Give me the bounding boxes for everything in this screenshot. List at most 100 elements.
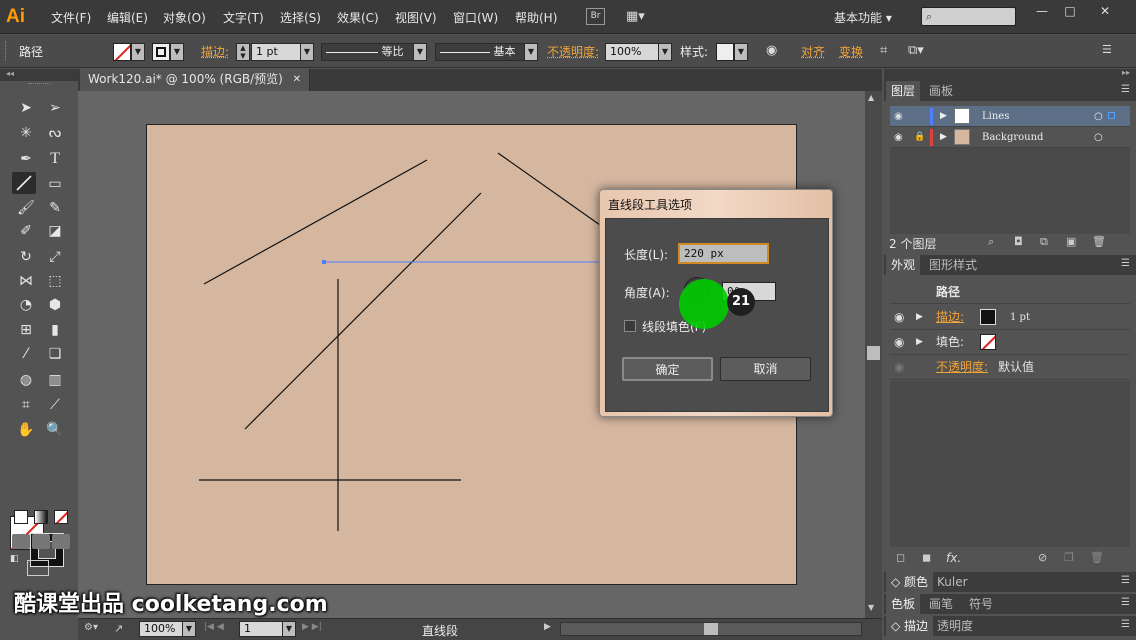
rotate-tool-icon[interactable]: ↻ [14,246,38,268]
locate-object-icon[interactable]: ⌕ [988,235,994,249]
hand-tool-icon[interactable]: ✋ [14,419,38,441]
tab-transparency[interactable]: 透明度 [932,616,978,636]
tab-swatches[interactable]: 色板 [886,594,921,614]
menu-effect[interactable]: 效果(C) [337,9,379,26]
selection-indicator[interactable] [1108,112,1115,119]
menu-type[interactable]: 文字(T) [223,9,264,26]
close-button[interactable]: ✕ [1092,2,1118,20]
stroke-weight-field[interactable]: 1 pt [251,43,301,61]
tab-artboards[interactable]: 画板 [924,81,958,101]
none-mode-button[interactable] [54,510,68,524]
visibility-eye-icon[interactable]: ◉ [894,330,904,355]
stroke-dropdown[interactable]: ▼ [170,43,184,61]
recolor-icon[interactable]: ◉ [766,43,777,58]
share-icon[interactable]: ↗ [114,622,123,635]
brush-definition[interactable]: 基本 [435,43,525,61]
pen-tool-icon[interactable]: ✒ [14,148,38,170]
column-graph-tool-icon[interactable]: ▥ [43,369,67,391]
stroke-weight-dropdown[interactable]: ▼ [300,43,314,61]
artboard-page-field[interactable]: 1 [239,621,283,637]
tab-kuler[interactable]: Kuler [932,572,973,592]
eyedropper-tool-icon[interactable]: ⁄ [14,343,38,365]
graphic-style-dropdown[interactable]: ▼ [734,43,748,61]
appearance-stroke-swatch[interactable] [980,309,996,325]
menu-window[interactable]: 窗口(W) [453,9,498,26]
expand-triangle-icon[interactable]: ▶ [916,330,923,355]
appearance-opacity-label[interactable]: 不透明度: [936,355,988,380]
mesh-tool-icon[interactable]: ⊞ [14,319,38,341]
length-input[interactable]: 220 px [678,243,769,264]
artboard-dropdown[interactable]: ▼ [282,621,296,637]
cancel-button[interactable]: 取消 [720,357,811,381]
blob-brush-tool-icon[interactable]: ✐ [14,220,38,242]
grip-handle[interactable] [5,41,8,61]
eraser-tool-icon[interactable]: ◪ [43,220,67,242]
opacity-field[interactable]: 100% [605,43,659,61]
tab-symbols[interactable]: 符号 [964,594,998,614]
width-tool-icon[interactable]: ⋈ [14,270,38,292]
slice-tool-icon[interactable]: ⟋ [43,394,67,416]
ok-button[interactable]: 确定 [622,357,713,381]
magic-wand-tool-icon[interactable]: ✳ [14,122,38,144]
align-link[interactable]: 对齐 [801,43,825,60]
graphic-style-swatch[interactable] [716,43,734,61]
document-tab[interactable]: Work120.ai* @ 100% (RGB/预览) ✕ [80,69,310,91]
free-transform-tool-icon[interactable]: ⬚ [43,270,67,292]
delete-item-icon[interactable]: 🗑 [1090,551,1104,564]
tools-panel-header[interactable]: ◂◂ [0,69,78,81]
artboard-tool-icon[interactable]: ⌗ [14,394,38,416]
zoom-dropdown[interactable]: ▼ [182,621,196,637]
create-new-layer-icon[interactable]: ▣ [1066,235,1076,248]
tab-layers[interactable]: 图层 [886,81,921,101]
appearance-panel-menu-icon[interactable]: ☰ [1121,258,1130,269]
menu-select[interactable]: 选择(S) [280,9,321,26]
symbol-sprayer-tool-icon[interactable]: ◍ [14,369,38,391]
make-clipping-mask-icon[interactable]: ◘ [1014,235,1023,248]
zoom-tool-icon[interactable]: 🔍 [43,419,67,441]
direct-selection-tool-icon[interactable]: ➢ [43,97,67,119]
tab-appearance[interactable]: 外观 [886,255,921,275]
add-new-effect-icon[interactable]: fx. [946,551,961,565]
screen-mode-icon[interactable] [27,560,49,576]
tab-graphic-styles[interactable]: 图形样式 [924,255,982,275]
layer-row-lines[interactable]: ◉ ▶ Lines ○ [890,106,1130,127]
delete-layer-icon[interactable]: 🗑 [1092,235,1106,248]
appearance-fill-row[interactable]: ◉ ▶ 填色: [890,330,1130,355]
appearance-stroke-value[interactable]: 1 pt [1010,305,1030,330]
target-circle-icon[interactable]: ○ [1094,106,1103,127]
appearance-stroke-row[interactable]: ◉ ▶ 描边: 1 pt [890,305,1130,330]
paintbrush-tool-icon[interactable]: 🖌 [14,197,38,219]
selection-tool-icon[interactable]: ➤ [14,97,38,119]
next-artboard-icon[interactable]: ▶ ▶| [302,622,322,632]
appearance-opacity-row[interactable]: ◉ 不透明度: 默认值 [890,355,1130,380]
vertical-scroll-thumb[interactable] [867,346,880,360]
zoom-field[interactable]: 100% [139,621,183,637]
perspective-grid-tool-icon[interactable]: ⬢ [43,294,67,316]
draw-inside-button[interactable] [52,534,70,549]
visibility-eye-icon[interactable]: ◉ [894,305,904,330]
pencil-tool-icon[interactable]: ✎ [43,197,67,219]
appearance-stroke-label[interactable]: 描边: [936,305,964,330]
color-panel-menu-icon[interactable]: ☰ [1121,575,1130,586]
transform-link[interactable]: 变换 [839,43,863,60]
isolate-icon[interactable]: ⌗ [880,43,887,58]
rectangle-tool-icon[interactable]: ▭ [43,173,67,195]
lasso-tool-icon[interactable]: ᔓ [43,122,67,144]
expand-triangle-icon[interactable]: ▶ [940,106,947,127]
layers-panel-menu-icon[interactable]: ☰ [1121,84,1130,95]
tab-color[interactable]: ◇ 颜色 [886,572,934,592]
minimize-button[interactable]: — [1029,2,1055,20]
tab-stroke[interactable]: ◇ 描边 [886,616,934,636]
menu-object[interactable]: 对象(O) [163,9,206,26]
stroke-label[interactable]: 描边: [201,43,229,60]
menu-view[interactable]: 视图(V) [395,9,437,26]
color-mode-button[interactable] [14,510,28,524]
draw-behind-button[interactable] [32,534,50,549]
add-new-fill-icon[interactable]: ◼ [922,551,931,564]
document-tab-close-icon[interactable]: ✕ [293,69,301,90]
search-input[interactable]: ⌕ [921,7,1016,26]
gradient-mode-button[interactable] [34,510,48,524]
opacity-label[interactable]: 不透明度: [547,43,599,60]
stroke-weight-spinner[interactable]: ▲ ▼ [236,43,250,61]
fill-line-checkbox[interactable] [624,320,636,332]
